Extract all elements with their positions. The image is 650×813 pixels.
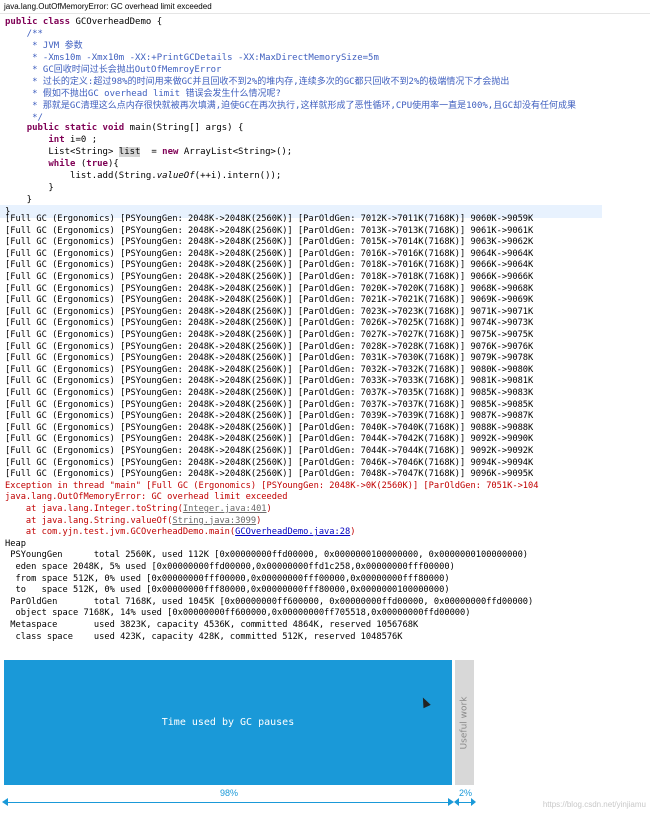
useful-work-bar: Useful work: [455, 660, 474, 785]
gc-log-line: [Full GC (Ergonomics) [PSYoungGen: 2048K…: [5, 353, 534, 364]
gc-log-line: [Full GC (Ergonomics) [PSYoungGen: 2048K…: [5, 295, 534, 306]
comment-line: * 过长的定义:超过98%的时间用来做GC并且回收不到2%的堆内存,连续多次的G…: [5, 77, 510, 87]
heap-line: class space used 423K, capacity 428K, co…: [5, 631, 403, 642]
console-output[interactable]: [Full GC (Ergonomics) [PSYoungGen: 2048K…: [0, 214, 568, 652]
gc-pause-bar: Time used by GC pauses: [4, 660, 452, 785]
gc-log-line: [Full GC (Ergonomics) [PSYoungGen: 2048K…: [5, 411, 534, 422]
heap-line: Metaspace used 3823K, capacity 4536K, co…: [5, 620, 419, 630]
code-line-list: List<String> list = new ArrayList<String…: [5, 147, 293, 157]
code-line-init: int i=0 ;: [48, 135, 98, 145]
useful-work-label: Useful work: [459, 696, 470, 749]
heap-line: to space 512K, 0% used [0x00000000fff800…: [5, 585, 450, 596]
gc-log-line: [Full GC (Ergonomics) [PSYoungGen: 2048K…: [5, 272, 534, 282]
arrow-left-icon: [454, 798, 459, 806]
heap-line: from space 512K, 0% used [0x00000000fff0…: [5, 573, 450, 584]
gc-log-line: [Full GC (Ergonomics) [PSYoungGen: 2048K…: [5, 318, 534, 329]
gc-log-line: [Full GC (Ergonomics) [PSYoungGen: 2048K…: [5, 306, 534, 317]
gc-log-line: [Full GC (Ergonomics) [PSYoungGen: 2048K…: [5, 376, 534, 387]
gc-log-line: [Full GC (Ergonomics) [PSYoungGen: 2048K…: [5, 214, 534, 224]
gc-log-line: [Full GC (Ergonomics) [PSYoungGen: 2048K…: [5, 330, 534, 340]
error-line: java.lang.OutOfMemoryError: GC overhead …: [5, 492, 288, 503]
work-percent-label: 2%: [459, 788, 473, 798]
gc-percent-label: 98%: [220, 788, 239, 798]
code-line-close-method: }: [5, 195, 33, 205]
gc-log-line: [Full GC (Ergonomics) [PSYoungGen: 2048K…: [5, 364, 534, 375]
gc-log-line: [Full GC (Ergonomics) [PSYoungGen: 2048K…: [5, 248, 534, 259]
gc-log-line: [Full GC (Ergonomics) [PSYoungGen: 2048K…: [5, 399, 534, 410]
heap-line: object space 7168K, 14% used [0x00000000…: [5, 608, 471, 619]
stack-frame: at java.lang.String.valueOf(String.java:…: [5, 516, 261, 528]
source-link[interactable]: GCOverheadDemo.java:28: [235, 527, 350, 537]
heap-line: Heap: [5, 538, 26, 549]
source-link[interactable]: String.java:3099: [172, 516, 256, 526]
gc-log-line: [Full GC (Ergonomics) [PSYoungGen: 2048K…: [5, 422, 534, 433]
gc-log-line: [Full GC (Ergonomics) [PSYoungGen: 2048K…: [5, 237, 534, 248]
arrow-left-icon: [2, 798, 8, 806]
gc-log-line: [Full GC (Ergonomics) [PSYoungGen: 2048K…: [5, 434, 534, 445]
heap-line: PSYoungGen total 2560K, used 112K [0x000…: [5, 550, 529, 561]
comment-line: * JVM 参数: [5, 41, 83, 51]
gc-log-line: [Full GC (Ergonomics) [PSYoungGen: 2048K…: [5, 341, 534, 352]
gc-log-line: [Full GC (Ergonomics) [PSYoungGen: 2048K…: [5, 457, 534, 468]
comment-line: * 那就是GC清理这么点内存很快就被再次填满,迫使GC在再次执行,这样就形成了恶…: [5, 101, 577, 111]
exception-line: Exception in thread "main" [Full GC (Erg…: [5, 480, 539, 491]
code-line-while: while (true){: [48, 159, 119, 169]
gc-pause-label: Time used by GC pauses: [161, 717, 295, 728]
stack-frame-suffix: ): [350, 527, 356, 538]
code-line-add: list.add(String.valueOf(++i).intern());: [5, 171, 282, 181]
gc-axis-line: [6, 802, 450, 803]
class-declaration: public class GCOverheadDemo {: [5, 17, 163, 27]
stack-frame-text: at com.yjn.test.jvm.GCOverheadDemo.main(: [5, 527, 236, 538]
heap-line: eden space 2048K, 5% used [0x00000000ffd…: [5, 562, 455, 572]
gc-log-line: [Full GC (Ergonomics) [PSYoungGen: 2048K…: [5, 388, 534, 398]
gc-overhead-chart: Time used by GC pauses Useful work 98% 2…: [0, 655, 650, 813]
code-editor[interactable]: public class GCOverheadDemo { /** * JVM …: [0, 14, 650, 218]
code-line-close-while: }: [5, 183, 54, 193]
heap-line: ParOldGen total 7168K, used 1045K [0x000…: [5, 596, 534, 607]
comment-line: * GC回收时间过长会抛出OutOfMemroyError: [5, 65, 222, 75]
stack-frame: at com.yjn.test.jvm.GCOverheadDemo.main(…: [5, 527, 356, 539]
arrow-right-icon: [471, 798, 476, 806]
gc-log-line: [Full GC (Ergonomics) [PSYoungGen: 2048K…: [5, 225, 534, 236]
stack-frame-suffix: ): [256, 515, 262, 526]
comment-open: /**: [5, 29, 43, 39]
window-title: java.lang.OutOfMemoryError: GC overhead …: [0, 0, 650, 14]
gc-log-line: [Full GC (Ergonomics) [PSYoungGen: 2048K…: [5, 260, 534, 271]
comment-line: * -Xms10m -Xmx10m -XX:+PrintGCDetails -X…: [5, 53, 379, 63]
source-link[interactable]: Integer.java:401: [183, 504, 267, 514]
stack-frame-text: at java.lang.String.valueOf(: [5, 515, 173, 526]
comment-line: * 假如不抛出GC overhead limit 错误会发生什么情况呢?: [5, 89, 281, 99]
watermark: https://blog.csdn.net/yinjiamu: [542, 800, 646, 809]
gc-log-line: [Full GC (Ergonomics) [PSYoungGen: 2048K…: [5, 469, 534, 480]
stack-frame-suffix: ): [266, 504, 272, 514]
gc-log-line: [Full GC (Ergonomics) [PSYoungGen: 2048K…: [5, 446, 534, 456]
gc-log-line: [Full GC (Ergonomics) [PSYoungGen: 2048K…: [5, 283, 534, 294]
stack-frame-text: at java.lang.Integer.toString(: [5, 504, 183, 514]
work-axis-line: [457, 802, 472, 803]
stack-frame: at java.lang.Integer.toString(Integer.ja…: [5, 504, 272, 516]
main-method-declaration: public static void main(String[] args) {: [26, 123, 244, 133]
